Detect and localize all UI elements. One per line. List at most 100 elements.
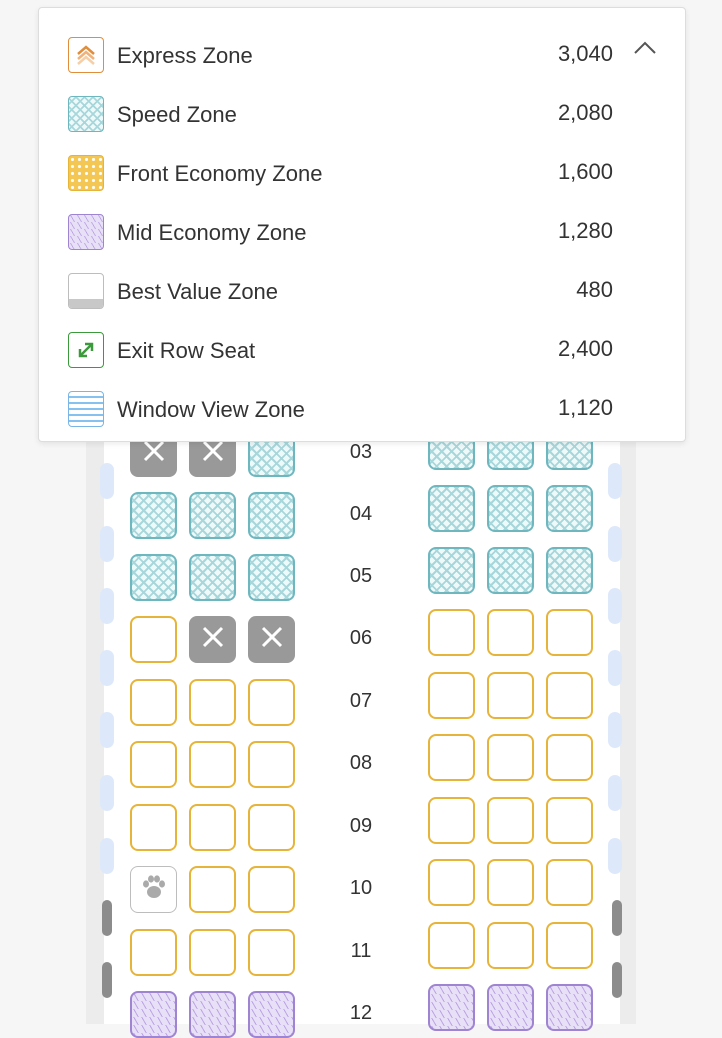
seat-06-left-3-taken (248, 616, 295, 663)
row-number: 06 (349, 627, 373, 649)
seat-12-left-3-mid[interactable] (248, 991, 295, 1038)
zone-value: 2,400 (557, 336, 613, 361)
zone-value: 1,120 (557, 395, 613, 420)
seat-05-left-2-speed[interactable] (189, 554, 236, 601)
row-number: 03 (349, 441, 373, 463)
row-number: 05 (349, 565, 373, 587)
window-view-icon (68, 391, 104, 427)
row-number: 08 (349, 752, 373, 774)
front-economy-icon (68, 155, 104, 191)
seat-06-right-3-front[interactable] (546, 609, 593, 656)
zone-value: 3,040 (557, 41, 613, 66)
zone-row-mid-economy[interactable]: Mid Economy Zone 1,280 (39, 212, 685, 252)
zone-name: Front Economy Zone (117, 161, 323, 186)
seat-12-left-2-mid[interactable] (189, 991, 236, 1038)
seat-04-right-1-speed[interactable] (428, 485, 475, 532)
seat-12-left-1-mid[interactable] (130, 991, 177, 1038)
seat-10-right-1-front[interactable] (428, 859, 475, 906)
cabin-window-right (608, 463, 622, 499)
row-number: 09 (349, 815, 373, 837)
seat-09-left-3-front[interactable] (248, 804, 295, 851)
exit-door-marker-left (102, 900, 112, 936)
seat-11-left-2-front[interactable] (189, 929, 236, 976)
seat-06-right-2-front[interactable] (487, 609, 534, 656)
zone-legend-dropdown: Express Zone 3,040 Speed Zone 2,080 Fron… (38, 7, 686, 442)
seat-09-left-2-front[interactable] (189, 804, 236, 851)
seat-10-left-1-pet[interactable] (130, 866, 177, 913)
row-number: 11 (350, 940, 372, 962)
zone-name: Mid Economy Zone (117, 220, 307, 245)
zone-row-window-view[interactable]: Window View Zone 1,120 (39, 389, 685, 429)
zone-row-front-economy[interactable]: Front Economy Zone 1,600 (39, 153, 685, 193)
seat-07-right-2-front[interactable] (487, 672, 534, 719)
seat-05-left-1-speed[interactable] (130, 554, 177, 601)
seat-09-right-1-front[interactable] (428, 797, 475, 844)
best-value-icon (68, 273, 104, 309)
zone-name: Best Value Zone (117, 279, 279, 304)
paw-icon (140, 874, 168, 905)
seat-07-right-1-front[interactable] (428, 672, 475, 719)
seat-10-right-2-front[interactable] (487, 859, 534, 906)
row-number: 10 (349, 877, 373, 899)
seat-09-left-1-front[interactable] (130, 804, 177, 851)
exit-door-marker-left (102, 962, 112, 998)
seat-04-left-2-speed[interactable] (189, 492, 236, 539)
cabin-window-right (608, 775, 622, 811)
close-icon (201, 625, 225, 654)
exit-door-marker-right (612, 900, 622, 936)
seat-04-left-1-speed[interactable] (130, 492, 177, 539)
zone-row-express[interactable]: Express Zone 3,040 (39, 35, 685, 75)
zone-value: 2,080 (557, 100, 613, 125)
seat-05-right-2-speed[interactable] (487, 547, 534, 594)
cabin-window-right (608, 838, 622, 874)
seat-08-left-3-front[interactable] (248, 741, 295, 788)
close-icon (260, 625, 284, 654)
seat-07-left-2-front[interactable] (189, 679, 236, 726)
close-icon (142, 439, 166, 468)
seat-08-right-1-front[interactable] (428, 734, 475, 781)
zone-row-exit-row[interactable]: Exit Row Seat 2,400 (39, 330, 685, 370)
seat-11-left-1-front[interactable] (130, 929, 177, 976)
seat-04-right-3-speed[interactable] (546, 485, 593, 532)
cabin-window-right (608, 526, 622, 562)
cabin-window-right (608, 712, 622, 748)
seat-07-left-1-front[interactable] (130, 679, 177, 726)
seat-09-right-2-front[interactable] (487, 797, 534, 844)
zone-name: Exit Row Seat (117, 338, 256, 363)
seat-07-right-3-front[interactable] (546, 672, 593, 719)
seat-10-left-3-front[interactable] (248, 866, 295, 913)
seat-05-left-3-speed[interactable] (248, 554, 295, 601)
seat-04-right-2-speed[interactable] (487, 485, 534, 532)
exit-door-marker-right (612, 962, 622, 998)
seat-08-left-1-front[interactable] (130, 741, 177, 788)
cabin-window-left (100, 712, 114, 748)
seat-11-left-3-front[interactable] (248, 929, 295, 976)
mid-economy-icon (68, 214, 104, 250)
seat-06-right-1-front[interactable] (428, 609, 475, 656)
seat-08-right-2-front[interactable] (487, 734, 534, 781)
seat-06-left-2-taken (189, 616, 236, 663)
zone-row-best-value[interactable]: Best Value Zone 480 (39, 271, 685, 311)
cabin-window-left (100, 838, 114, 874)
seat-10-right-3-front[interactable] (546, 859, 593, 906)
seat-07-left-3-front[interactable] (248, 679, 295, 726)
seat-09-right-3-front[interactable] (546, 797, 593, 844)
seat-11-right-1-front[interactable] (428, 922, 475, 969)
seat-08-left-2-front[interactable] (189, 741, 236, 788)
zone-name: Express Zone (117, 43, 253, 68)
cabin-window-left (100, 588, 114, 624)
seat-06-left-1-front[interactable] (130, 616, 177, 663)
seat-11-right-3-front[interactable] (546, 922, 593, 969)
zone-row-speed[interactable]: Speed Zone 2,080 (39, 94, 685, 134)
seat-11-right-2-front[interactable] (487, 922, 534, 969)
cabin-window-left (100, 650, 114, 686)
seat-05-right-3-speed[interactable] (546, 547, 593, 594)
zone-value: 1,280 (557, 218, 613, 243)
seat-10-left-2-front[interactable] (189, 866, 236, 913)
cabin-window-right (608, 650, 622, 686)
seat-08-right-3-front[interactable] (546, 734, 593, 781)
seat-05-right-1-speed[interactable] (428, 547, 475, 594)
zone-name: Speed Zone (117, 102, 237, 127)
cabin-window-left (100, 463, 114, 499)
seat-04-left-3-speed[interactable] (248, 492, 295, 539)
